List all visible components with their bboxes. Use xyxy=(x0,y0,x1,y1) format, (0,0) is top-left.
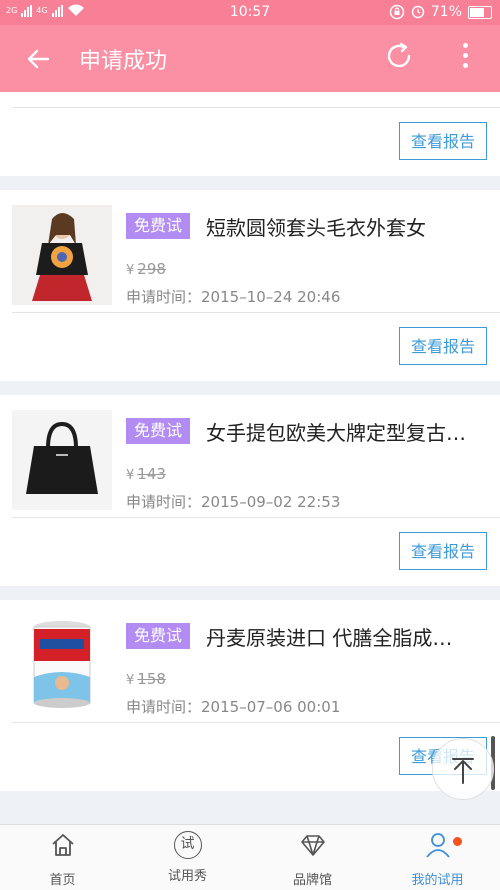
currency-symbol: ¥ xyxy=(126,468,135,483)
view-report-button[interactable]: 查看报告 xyxy=(399,122,487,160)
currency-symbol: ¥ xyxy=(126,673,135,688)
list-item-partial: 查看报告 xyxy=(0,92,500,176)
free-trial-badge: 免费试 xyxy=(126,623,191,649)
lock-rotation-icon xyxy=(389,4,405,20)
bottom-navigation: 首页 试 试用秀 品牌馆 我的试用 xyxy=(0,824,500,890)
list-item[interactable]: 免费试 女手提包欧美大牌定型复古… ¥143 申请时间：2015–09–02 2… xyxy=(0,395,500,586)
diamond-icon xyxy=(300,835,325,856)
apply-date-label: 申请时间： xyxy=(126,698,202,716)
more-menu-icon[interactable] xyxy=(455,43,475,73)
app-bar: 申请成功 xyxy=(0,25,500,92)
free-trial-badge: 免费试 xyxy=(126,418,191,444)
product-price: ¥158 xyxy=(126,670,166,688)
tab-trial-show[interactable]: 试 试用秀 xyxy=(125,831,250,884)
battery-icon xyxy=(468,5,492,19)
battery-percent: 71% xyxy=(430,4,462,20)
apply-date: 申请时间：2015–09–02 22:53 xyxy=(126,491,340,512)
product-price: ¥298 xyxy=(126,260,166,278)
list-item[interactable]: 免费试 丹麦原装进口 代膳全脂成… ¥158 申请时间：2015–07–06 0… xyxy=(0,600,500,791)
home-icon xyxy=(51,834,74,856)
tab-trial-show-label: 试用秀 xyxy=(167,869,207,884)
apply-date-value: 2015–10–24 20:46 xyxy=(201,288,341,306)
apply-date: 申请时间：2015–07–06 00:01 xyxy=(126,696,340,717)
arrow-up-icon xyxy=(452,758,474,784)
view-report-button[interactable]: 查看报告 xyxy=(399,327,487,365)
price-value: 143 xyxy=(137,465,166,483)
status-bar: 2G 4G 10:57 71% xyxy=(0,0,500,25)
tab-my-trials-label: 我的试用 xyxy=(411,873,464,888)
tab-home[interactable]: 首页 xyxy=(0,831,125,888)
product-image-sweater xyxy=(12,205,112,305)
tab-brand-hall-label: 品牌馆 xyxy=(292,873,332,888)
application-list: 查看报告 免费试 短款圆领套头毛衣外套女 ¥298 申请时间：2015–10–2… xyxy=(0,92,500,791)
apply-date-value: 2015–07–06 00:01 xyxy=(201,698,341,716)
trial-show-icon: 试 xyxy=(173,831,202,859)
apply-date-value: 2015–09–02 22:53 xyxy=(201,493,341,511)
notification-dot xyxy=(453,837,462,846)
tab-home-label: 首页 xyxy=(49,873,76,888)
product-image-milk-powder-can xyxy=(12,615,112,715)
product-title[interactable]: 短款圆领套头毛衣外套女 xyxy=(206,212,486,241)
product-image-handbag xyxy=(12,410,112,510)
tab-my-trials[interactable]: 我的试用 xyxy=(375,831,500,888)
price-value: 158 xyxy=(137,670,166,688)
user-icon xyxy=(425,833,450,858)
apply-date-label: 申请时间： xyxy=(126,493,202,511)
back-arrow-icon[interactable] xyxy=(22,43,54,75)
apply-date-label: 申请时间： xyxy=(126,288,202,306)
refresh-icon[interactable] xyxy=(384,41,414,71)
tab-brand-hall[interactable]: 品牌馆 xyxy=(250,831,375,888)
price-value: 298 xyxy=(137,260,166,278)
page-title: 申请成功 xyxy=(79,49,168,74)
apply-date: 申请时间：2015–10–24 20:46 xyxy=(126,286,340,307)
currency-symbol: ¥ xyxy=(126,263,135,278)
product-title[interactable]: 女手提包欧美大牌定型复古… xyxy=(206,417,486,446)
free-trial-badge: 免费试 xyxy=(126,213,191,239)
list-item[interactable]: 免费试 短款圆领套头毛衣外套女 ¥298 申请时间：2015–10–24 20:… xyxy=(0,190,500,381)
view-report-button[interactable]: 查看报告 xyxy=(399,532,487,570)
product-title[interactable]: 丹麦原装进口 代膳全脂成… xyxy=(206,622,486,651)
alarm-icon xyxy=(411,5,425,19)
back-to-top-button[interactable] xyxy=(432,738,494,800)
product-price: ¥143 xyxy=(126,465,166,483)
